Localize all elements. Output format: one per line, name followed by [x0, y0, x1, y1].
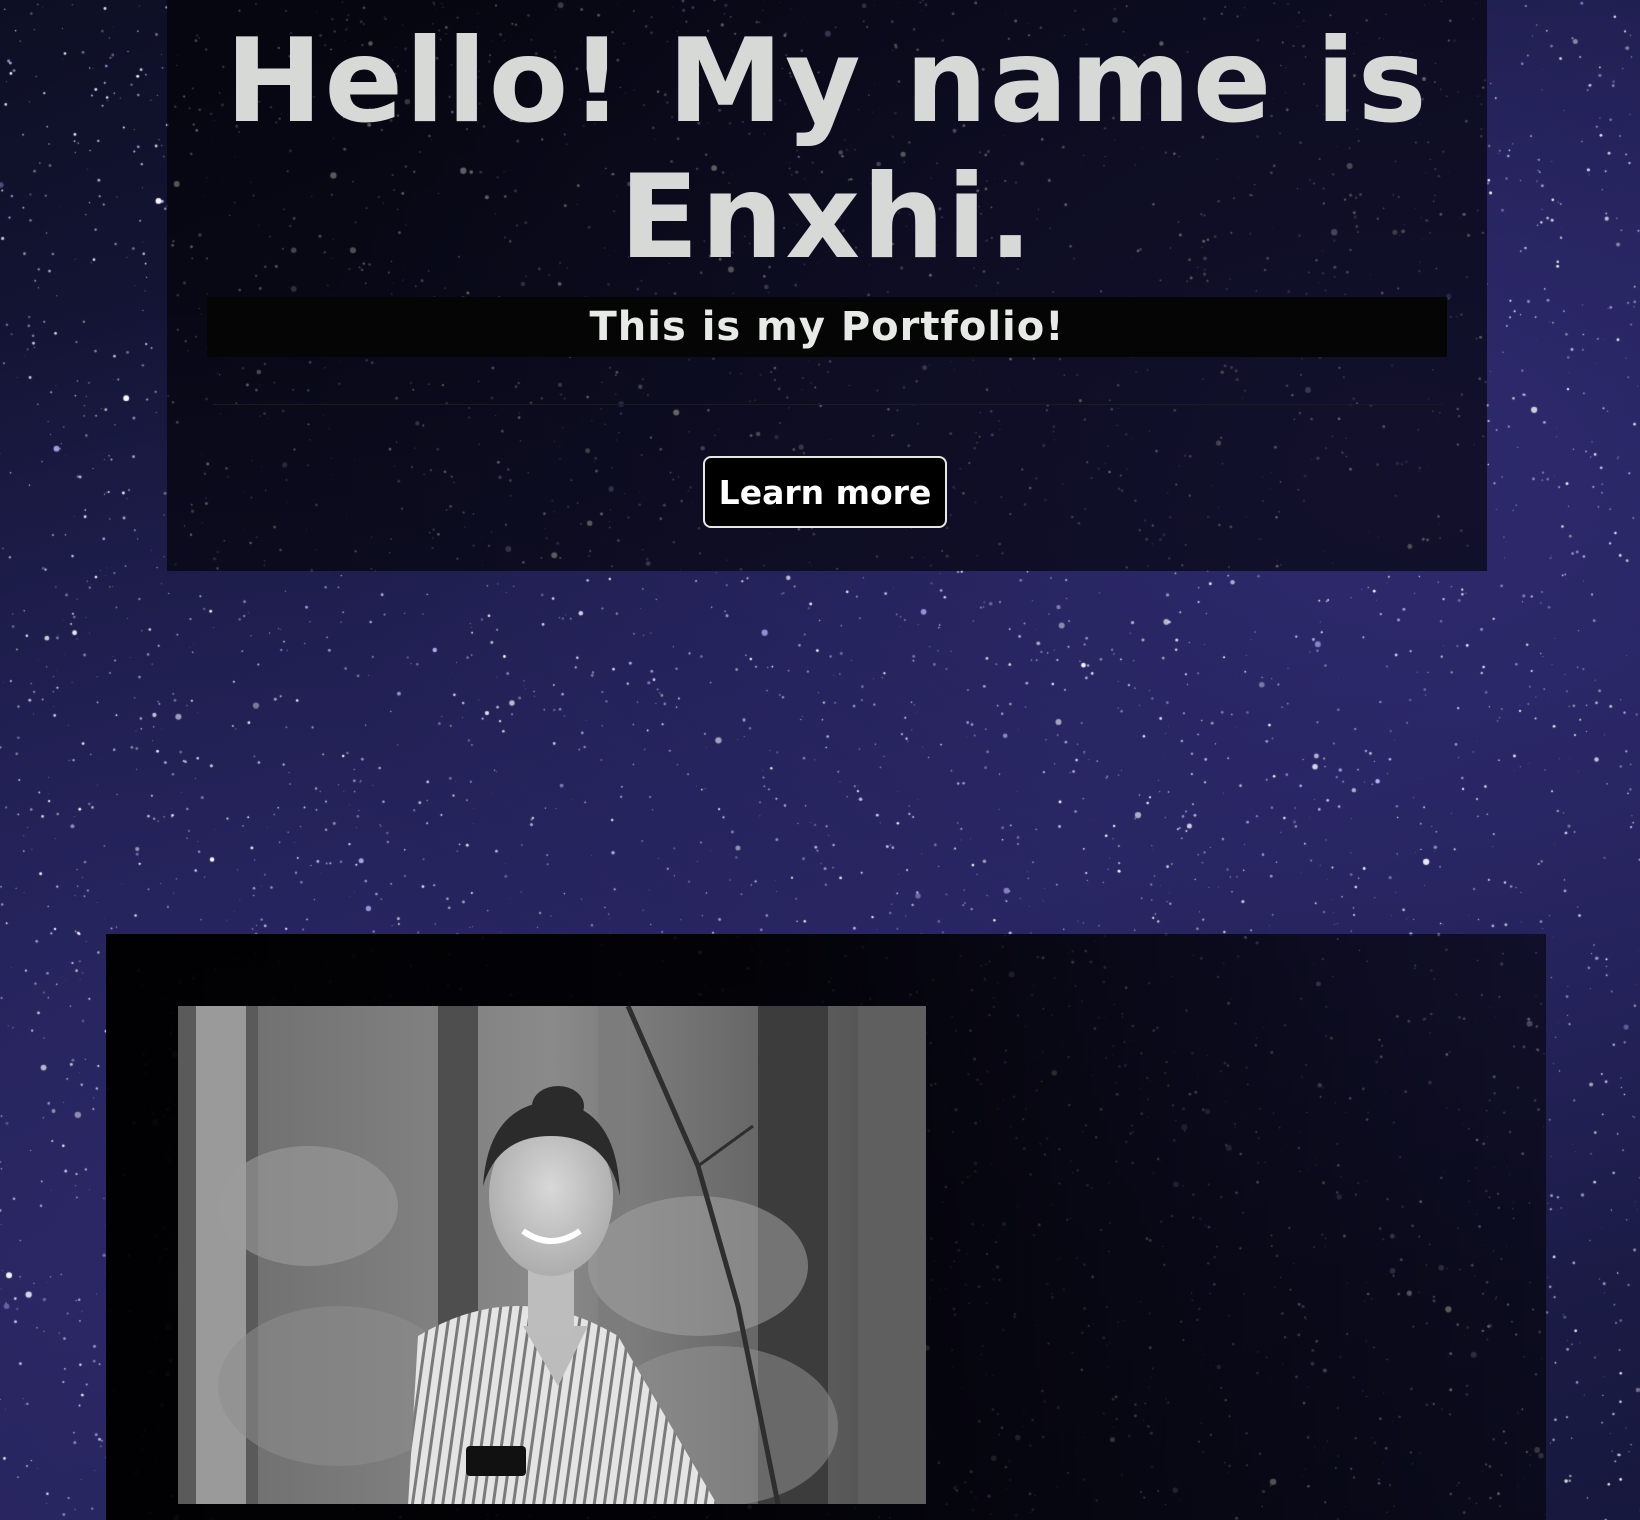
divider	[213, 404, 1443, 405]
hero-section: Hello! My name is Enxhi. This is my Port…	[167, 0, 1487, 571]
hero-title: Hello! My name is Enxhi.	[225, 14, 1429, 285]
subtitle-bar: This is my Portfolio!	[207, 297, 1447, 357]
about-section	[106, 934, 1546, 1520]
portrait-image-icon	[178, 1006, 926, 1504]
learn-more-button[interactable]: Learn more	[703, 456, 947, 528]
portrait-photo	[178, 1006, 926, 1504]
hero-subtitle: This is my Portfolio!	[589, 304, 1065, 350]
